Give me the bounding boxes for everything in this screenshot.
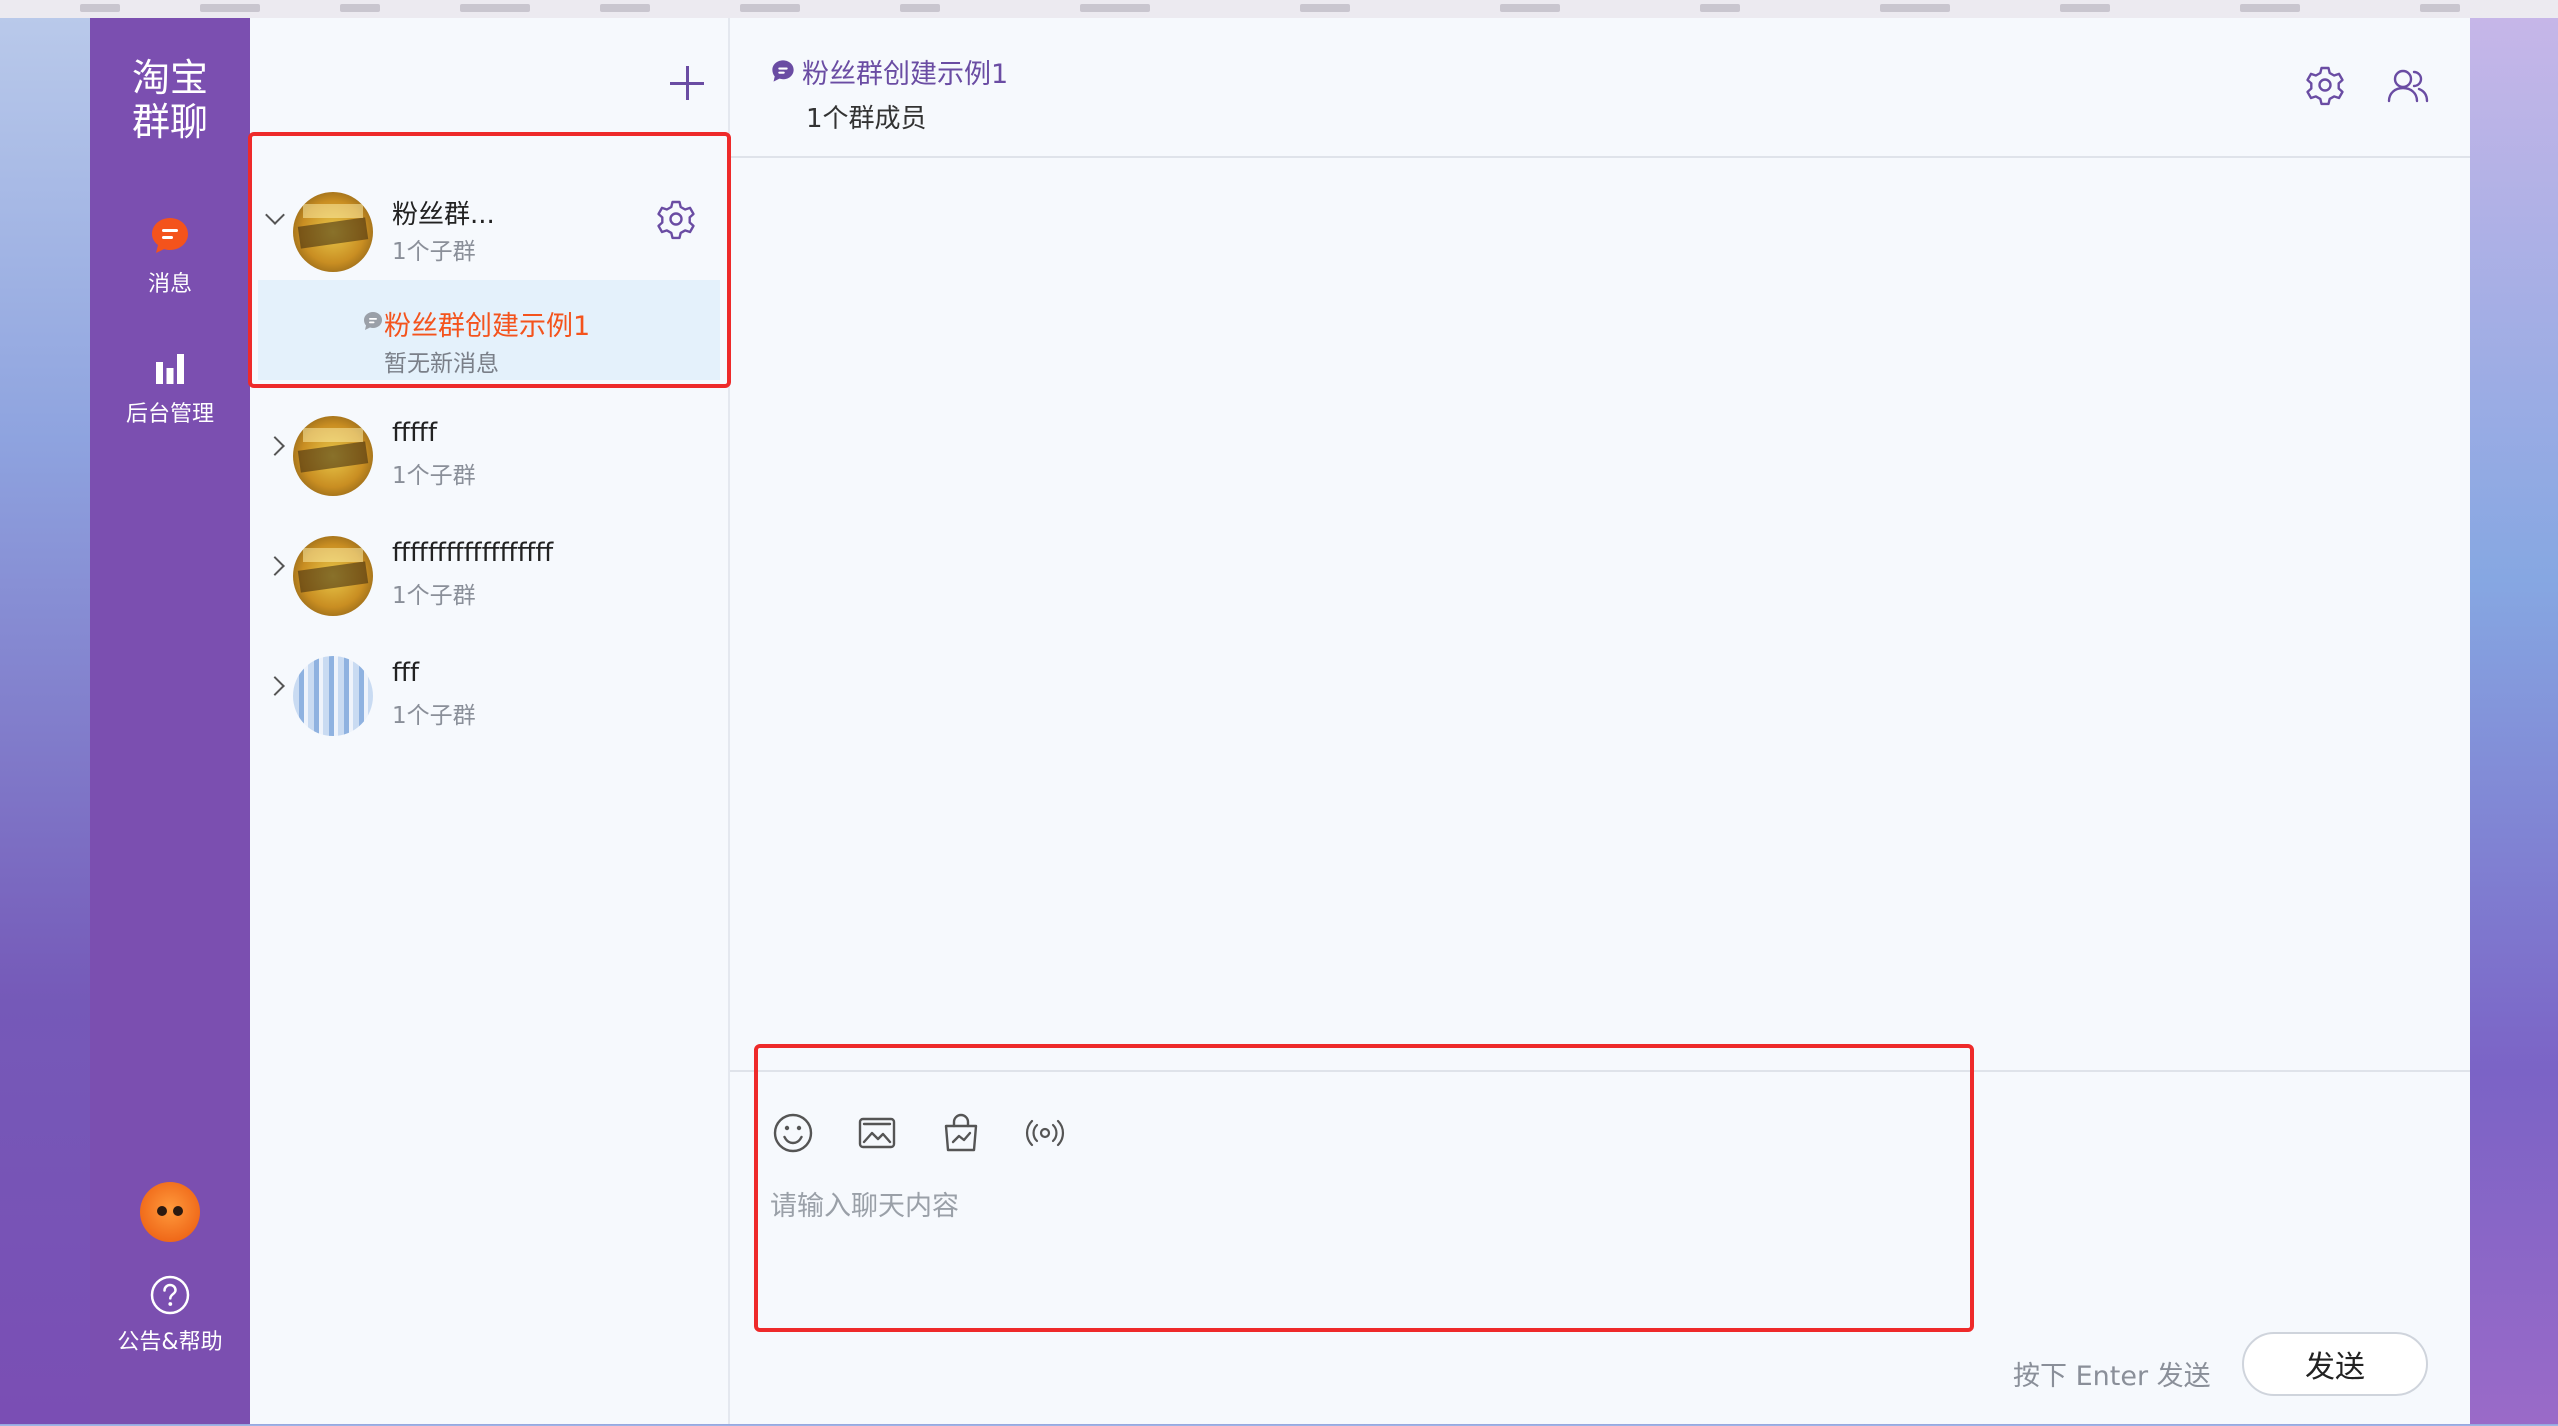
taobao-group-chat-app: 淘宝 群聊 消息 后台管理 公告&帮助 粉丝群... 1个子群 粉丝群创建示例1…	[90, 18, 2470, 1424]
group-subgroup-count: 1个子群	[392, 583, 476, 609]
group-name: ffffffffffffffffff	[392, 538, 554, 568]
add-group-button[interactable]	[670, 66, 704, 100]
chat-member-count[interactable]: 1个群成员	[806, 98, 927, 135]
group-item[interactable]: 粉丝群... 1个子群	[250, 170, 728, 280]
subgroup-item-active[interactable]: 粉丝群创建示例1 暂无新消息	[258, 280, 720, 380]
message-input[interactable]	[770, 1184, 1910, 1314]
chevron-right-icon[interactable]	[265, 436, 285, 456]
send-hint: 按下 Enter 发送	[2013, 1361, 2211, 1392]
group-item[interactable]: ffffffffffffffffff 1个子群	[250, 514, 728, 624]
app-brand: 淘宝 群聊	[90, 56, 250, 144]
chat-title: 粉丝群创建示例1	[802, 59, 1009, 90]
emoji-icon[interactable]	[772, 1112, 814, 1154]
chevron-right-icon[interactable]	[265, 676, 285, 696]
group-avatar	[293, 192, 373, 272]
nav-admin-label: 后台管理	[125, 402, 214, 427]
chat-panel: 粉丝群创建示例1 1个群成员 请输入聊天内容 按下 Enter 发送 发送	[730, 18, 2470, 1424]
nav-messages[interactable]: 消息	[90, 214, 250, 298]
bar-chart-icon	[156, 354, 184, 384]
desktop-background-right	[2470, 18, 2558, 1424]
subgroup-name: 粉丝群创建示例1	[384, 311, 591, 342]
message-composer: 按下 Enter 发送 发送	[730, 1070, 2470, 1426]
group-list-panel: 粉丝群... 1个子群 粉丝群创建示例1 暂无新消息 fffff 1个子群 ff…	[250, 18, 730, 1424]
user-avatar[interactable]	[140, 1182, 200, 1242]
group-avatar	[293, 416, 373, 496]
nav-messages-label: 消息	[147, 272, 192, 297]
group-name: 粉丝群...	[392, 200, 495, 230]
group-avatar	[293, 536, 373, 616]
gear-icon[interactable]	[2304, 64, 2346, 106]
nav-help[interactable]: 公告&帮助	[90, 1274, 250, 1356]
members-icon[interactable]	[2386, 64, 2430, 106]
group-subgroup-count: 1个子群	[392, 463, 476, 489]
group-subgroup-count: 1个子群	[392, 239, 476, 265]
chat-bubble-icon	[772, 60, 794, 82]
group-item[interactable]: fffff 1个子群	[250, 394, 728, 504]
chat-bubble-icon	[152, 218, 188, 253]
nav-help-label: 公告&帮助	[117, 1330, 223, 1355]
group-name: fffff	[392, 418, 437, 448]
chevron-down-icon[interactable]	[265, 205, 285, 225]
main-nav: 淘宝 群聊 消息 后台管理 公告&帮助	[90, 18, 250, 1424]
chat-header: 粉丝群创建示例1 1个群成员	[730, 18, 2470, 158]
gear-icon[interactable]	[655, 198, 697, 240]
chevron-right-icon[interactable]	[265, 556, 285, 576]
send-button[interactable]: 发送	[2242, 1332, 2428, 1396]
group-name: fff	[392, 658, 420, 688]
group-subgroup-count: 1个子群	[392, 703, 476, 729]
brand-line-1: 淘宝	[131, 56, 208, 100]
group-item[interactable]: fff 1个子群	[250, 634, 728, 744]
subgroup-status: 暂无新消息	[384, 351, 499, 377]
browser-top-strip	[0, 0, 2558, 18]
nav-admin[interactable]: 后台管理	[90, 348, 250, 428]
help-icon	[150, 1275, 190, 1315]
brand-line-2: 群聊	[131, 100, 208, 144]
broadcast-icon[interactable]	[1024, 1112, 1066, 1154]
desktop-background-left	[0, 18, 90, 1424]
shopping-bag-icon[interactable]	[940, 1112, 982, 1154]
chat-bubble-icon	[364, 312, 382, 330]
image-icon[interactable]	[856, 1112, 898, 1154]
group-avatar	[293, 656, 373, 736]
